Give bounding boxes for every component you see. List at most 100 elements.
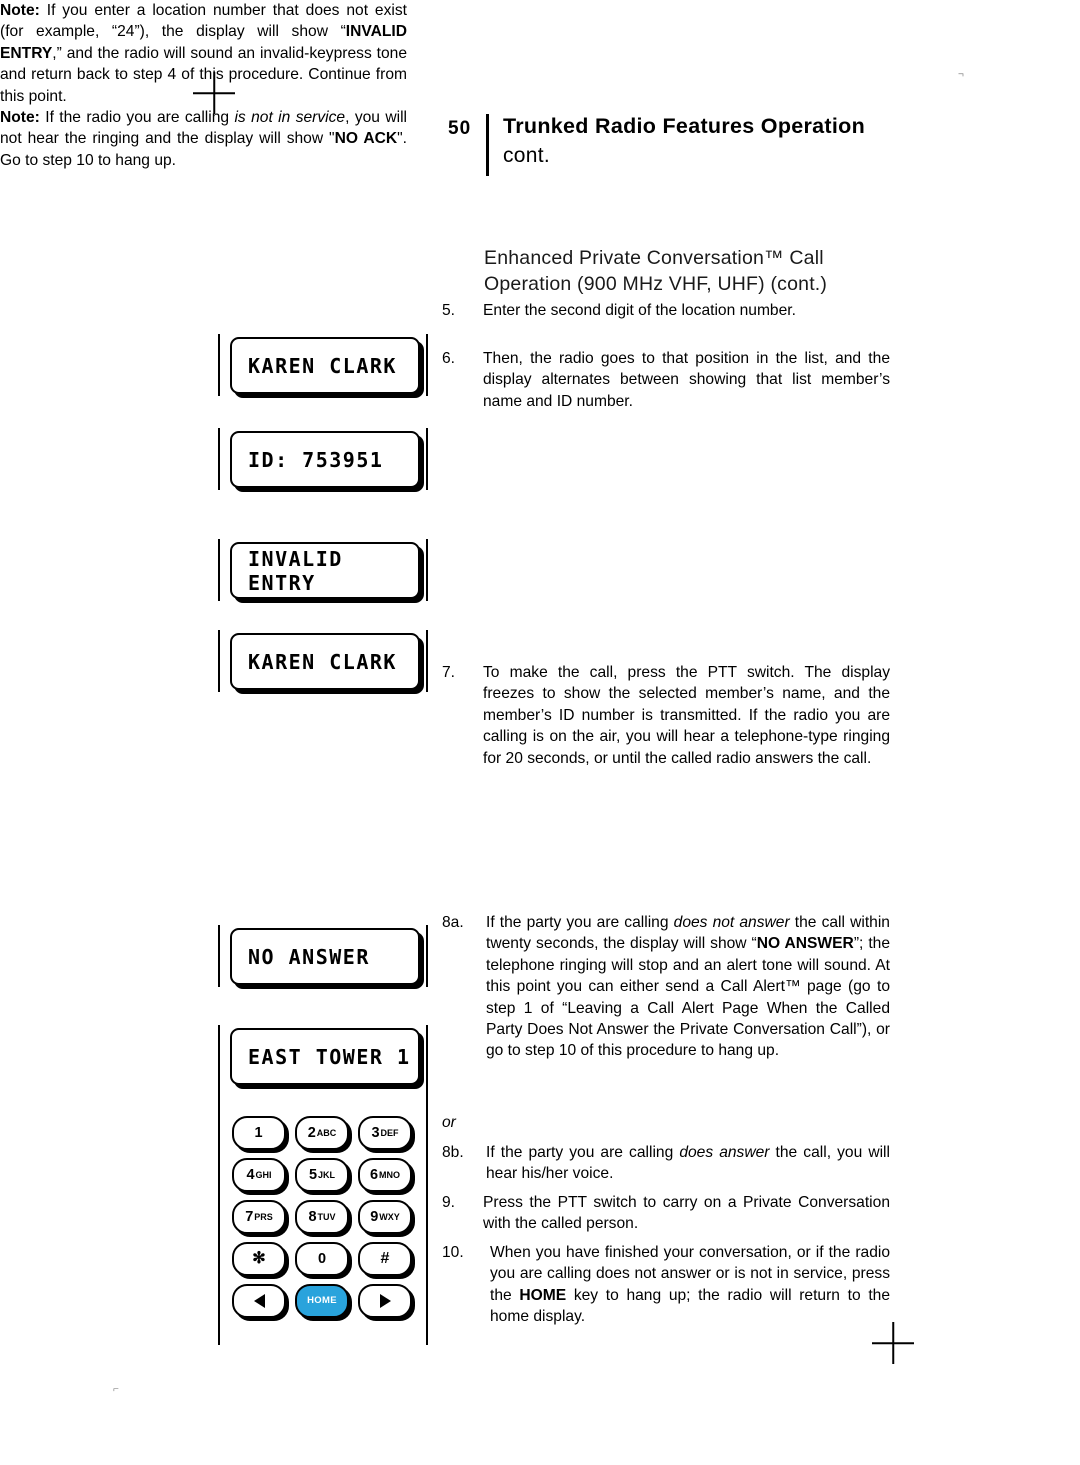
step-8b-text-italic: does answer [679,1144,770,1161]
key-letters: DEF [380,1127,399,1138]
key-digit: 7 [245,1208,254,1225]
key-right-arrow[interactable] [358,1284,412,1318]
page-title-continued: cont. [503,144,551,167]
step-7-number: 7. [442,664,456,681]
step-8a: 8a. If the party you are calling does no… [442,912,890,1062]
step-8a-text-italic: does not answer [673,914,790,931]
key-letters: ABC [316,1127,337,1138]
key-star[interactable]: ✻ [232,1242,286,1276]
rail-left [218,539,220,601]
lcd-text: NO ANSWER [248,944,370,969]
key-0[interactable]: 0 [295,1242,349,1276]
key-digit: 4 [246,1166,255,1183]
key-symbol: # [380,1250,390,1267]
home-key-label: HOME [307,1295,337,1307]
section-title: Enhanced Private Conversation™ Call Oper… [484,245,904,297]
lcd-text: KAREN CLARK [248,353,397,378]
key-letters: PRS [254,1211,273,1222]
left-arrow-icon [253,1294,265,1308]
key-digit: 9 [370,1208,379,1225]
step-8b-text: If the party you are calling does answer… [486,1142,890,1185]
key-letters: GHI [255,1169,272,1180]
key-digit: 1 [254,1124,263,1141]
step-8a-text-bold: NO ANSWER [756,935,854,953]
display-invalid-entry: INVALID ENTRY [230,542,420,599]
key-9[interactable]: 9 WXY [358,1200,412,1234]
note-no-ack: Note: If the radio you are calling is no… [0,107,407,171]
rail-right [426,1087,428,1345]
step-10-text-bold: HOME [519,1286,567,1304]
key-1[interactable]: 1 [232,1116,286,1150]
display-karen-clark-2: KAREN CLARK [230,633,420,690]
key-letters: JKL [318,1169,336,1180]
key-digit: 2 [307,1124,316,1141]
step-6: 6. Then, the radio goes to that position… [442,348,890,412]
rail-left [218,1087,220,1345]
key-left-arrow[interactable] [232,1284,286,1318]
page-title-text: Trunked Radio Features Operation [503,114,866,138]
rail-left [218,428,220,490]
key-home[interactable]: HOME [295,1284,349,1318]
key-letters: MNO [379,1169,401,1180]
display-east-tower: EAST TOWER 1 [230,1028,420,1085]
key-digit: 6 [369,1166,379,1183]
rail-right [426,334,428,396]
key-4[interactable]: 4 GHI [232,1158,286,1192]
key-5[interactable]: 5 JKL [295,1158,349,1192]
step-or-separator: or [442,1112,890,1133]
step-8a-text-c: ”; the telephone ringing will stop and a… [486,935,890,1060]
crop-tick-top-left: ⌐ [117,69,123,80]
key-2[interactable]: 2 ABC [295,1116,349,1150]
or-label: or [442,1114,456,1131]
display-no-answer: NO ANSWER [230,928,420,985]
key-3[interactable]: 3 DEF [358,1116,412,1150]
rail-left [218,925,220,987]
step-5-number: 5. [442,302,456,319]
rail-left [218,334,220,396]
rail-left [218,630,220,692]
keypad-row-2: 4 GHI 5 JKL 6 MNO [232,1158,412,1192]
key-digit: 3 [371,1124,380,1141]
display-group-karen-clark-1: KAREN CLARK [218,334,428,396]
header-divider-rule [486,114,489,176]
key-letters: TUV [317,1211,336,1222]
step-7: 7. To make the call, press the PTT switc… [442,662,890,769]
lcd-text: KAREN CLARK [248,649,397,674]
rail-right [426,428,428,490]
note-label: Note: [0,109,40,127]
lcd-text: INVALID ENTRY [248,546,343,595]
step-5-text: Enter the second digit of the location n… [483,302,796,319]
rail-right [426,925,428,987]
step-8a-text: If the party you are calling does not an… [486,912,890,1062]
keypad-row-4: ✻ 0 # [232,1242,412,1276]
step-6-number: 6. [442,350,456,367]
step-7-text: To make the call, press the PTT switch. … [483,664,890,767]
lcd-text: EAST TOWER 1 [248,1044,411,1069]
key-digit: 0 [317,1250,327,1267]
section-title-line2: Operation (900 MHz VHF, UHF) (cont.) [484,273,828,295]
key-7[interactable]: 7 PRS [232,1200,286,1234]
key-letters: WXY [379,1211,400,1222]
step-9-text: Press the PTT switch to carry on a Priva… [483,1194,890,1233]
step-10-text: When you have finished your conversation… [490,1242,890,1328]
key-digit: 5 [308,1166,318,1183]
step-9-number: 9. [442,1194,456,1211]
step-8a-text-a: If the party you are calling [486,914,674,931]
page-number: 50 [448,118,472,139]
key-8[interactable]: 8 TUV [295,1200,349,1234]
crop-tick-top-right: ¬ [958,69,964,80]
step-8a-number: 8a. [442,914,464,931]
step-8b-number: 8b. [442,1144,464,1161]
key-6[interactable]: 6 MNO [358,1158,412,1192]
note-text-bold: NO ACK [334,130,398,148]
display-group-karen-clark-2: KAREN CLARK [218,630,428,692]
step-5: 5. Enter the second digit of the locatio… [442,300,890,321]
key-pound[interactable]: # [358,1242,412,1276]
rail-right [426,1025,428,1087]
key-symbol: ✻ [252,1250,266,1267]
keypad-row-nav: HOME [232,1284,412,1318]
registration-mark-bottom-right [872,1322,914,1364]
display-group-east-tower: EAST TOWER 1 [218,1025,428,1087]
registration-mark-top-left [193,72,235,114]
display-karen-clark-1: KAREN CLARK [230,337,420,394]
